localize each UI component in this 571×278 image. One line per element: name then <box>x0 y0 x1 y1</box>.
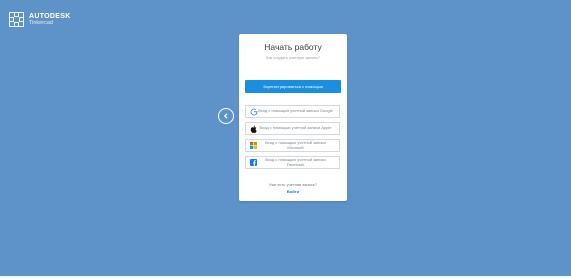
microsoft-icon <box>249 141 258 150</box>
microsoft-sign-in-button[interactable]: Вход с помощью учетной записи Microsoft <box>245 139 340 152</box>
back-button[interactable] <box>218 108 234 124</box>
facebook-sign-in-label: Вход с помощью учетной записи Facebook <box>265 156 326 167</box>
tinkercad-logo-icon <box>9 12 24 27</box>
apple-icon <box>249 124 258 133</box>
google-sign-in-label: Вход с помощью учетной записи Google <box>258 108 333 114</box>
apple-sign-in-label: Вход с помощью учетной записи Apple <box>259 125 332 131</box>
card-title: Начать работу <box>264 42 322 52</box>
apple-sign-in-button[interactable]: Вход с помощью учетной записи Apple <box>245 122 340 135</box>
brand-product: Tinkercad <box>29 19 53 26</box>
chevron-left-icon <box>223 113 228 119</box>
brand-name: AUTODESK <box>29 12 71 20</box>
login-question: Уже есть учетная запись? <box>268 182 318 187</box>
login-link[interactable]: Войти <box>239 189 347 194</box>
microsoft-sign-in-label: Вход с помощью учетной записи Microsoft <box>265 139 326 150</box>
page-background: AUTODESK Tinkercad Начать работу Как соз… <box>0 0 571 276</box>
account-help-link[interactable]: Как создать учетную запись? <box>239 55 347 60</box>
sign-in-card: Начать работу Как создать учетную запись… <box>239 34 347 201</box>
facebook-sign-in-button[interactable]: Вход с помощью учетной записи Facebook <box>245 156 340 169</box>
autodesk-logo[interactable]: AUTODESK Tinkercad <box>9 12 71 27</box>
google-icon <box>249 107 258 116</box>
register-button[interactable]: Зарегистрироваться с помощью <box>245 80 341 93</box>
facebook-icon <box>249 158 258 167</box>
google-sign-in-button[interactable]: Вход с помощью учетной записи Google <box>245 105 340 118</box>
